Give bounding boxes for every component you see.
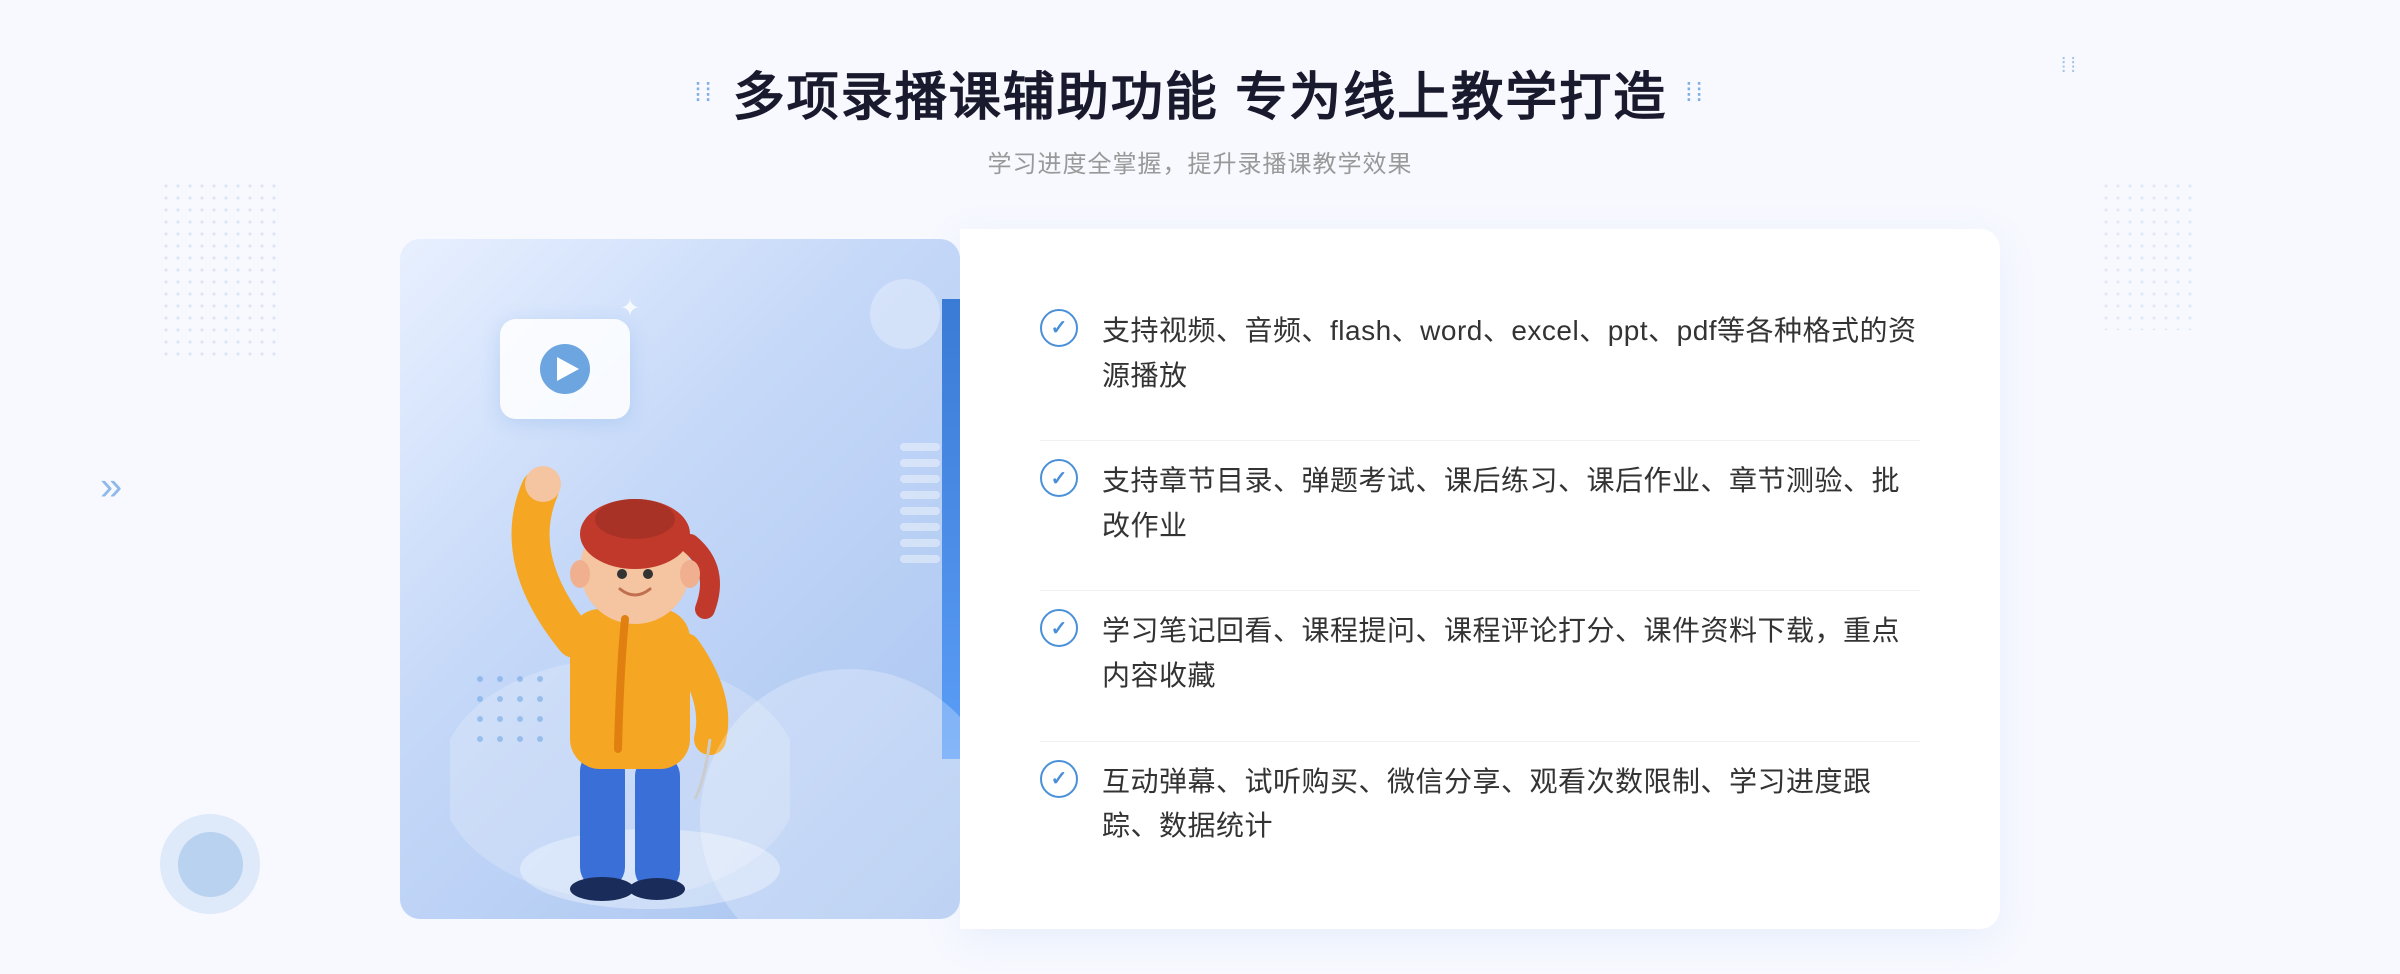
- feature-text-4: 互动弹幕、试听购买、微信分享、观看次数限制、学习进度跟踪、数据统计: [1102, 760, 1920, 850]
- title-row: ⁞⁞ 多项录播课辅助功能 专为线上教学打造 ⁞⁞: [694, 55, 1705, 130]
- deco-dots-top-right: ⁞⁞: [2061, 55, 2080, 78]
- check-mark-2: ✓: [1051, 466, 1068, 491]
- stripes-decoration: [900, 443, 940, 603]
- feature-item-3: ✓ 学习笔记回看、课程提问、课程评论打分、课件资料下载，重点内容收藏: [1040, 590, 1920, 717]
- feature-item-2: ✓ 支持章节目录、弹题考试、课后练习、课后作业、章节测验、批改作业: [1040, 440, 1920, 567]
- stripe-6: [900, 523, 940, 531]
- deco-circle-small: [870, 279, 940, 349]
- subtitle: 学习进度全掌握，提升录播课教学效果: [987, 144, 1412, 179]
- stripe-8: [900, 555, 940, 563]
- bottom-circle-inner: [178, 832, 243, 897]
- bg-dots-right: [2100, 180, 2200, 330]
- main-title: 多项录播课辅助功能 专为线上教学打造: [733, 55, 1667, 130]
- stripe-2: [900, 459, 940, 467]
- check-icon-3: ✓: [1040, 609, 1078, 647]
- feature-text-3: 学习笔记回看、课程提问、课程评论打分、课件资料下载，重点内容收藏: [1102, 609, 1920, 699]
- stripe-3: [900, 475, 940, 483]
- check-mark-3: ✓: [1051, 616, 1068, 641]
- title-dots-left: ⁞⁞: [694, 77, 714, 108]
- check-icon-1: ✓: [1040, 309, 1078, 347]
- check-mark-4: ✓: [1051, 766, 1068, 791]
- feature-item-1: ✓ 支持视频、音频、flash、word、excel、ppt、pdf等各种格式的…: [1040, 291, 1920, 417]
- bottom-left-circles: [160, 814, 260, 914]
- stripe-1: [900, 443, 940, 451]
- left-illustration-panel: ✦: [400, 239, 960, 919]
- feature-text-2: 支持章节目录、弹题考试、课后练习、课后作业、章节测验、批改作业: [1102, 459, 1920, 549]
- check-icon-2: ✓: [1040, 459, 1078, 497]
- stripe-4: [900, 491, 940, 499]
- feature-text-1: 支持视频、音频、flash、word、excel、ppt、pdf等各种格式的资源…: [1102, 309, 1920, 399]
- chevron-left-decoration: »: [100, 465, 122, 510]
- blue-tab-decoration: [942, 299, 960, 759]
- title-dots-right: ⁞⁞: [1685, 77, 1705, 108]
- feature-item-4: ✓ 互动弹幕、试听购买、微信分享、观看次数限制、学习进度跟踪、数据统计: [1040, 741, 1920, 868]
- content-area: ✦: [400, 229, 2000, 929]
- header-section: ⁞⁞ 多项录播课辅助功能 专为线上教学打造 ⁞⁞ 学习进度全掌握，提升录播课教学…: [694, 55, 1705, 179]
- stripe-5: [900, 507, 940, 515]
- stripe-7: [900, 539, 940, 547]
- sparkle-decoration: ✦: [620, 294, 640, 323]
- right-features-panel: ✓ 支持视频、音频、flash、word、excel、ppt、pdf等各种格式的…: [960, 229, 2000, 929]
- page-container: » ⁞⁞ ⁞⁞ 多项录播课辅助功能 专为线上教学打造 ⁞⁞ 学习进度全掌握，提升…: [0, 0, 2400, 974]
- check-mark-1: ✓: [1051, 315, 1068, 340]
- bottom-circle-outer: [160, 814, 260, 914]
- bg-dots-left: [160, 180, 280, 360]
- check-icon-4: ✓: [1040, 760, 1078, 798]
